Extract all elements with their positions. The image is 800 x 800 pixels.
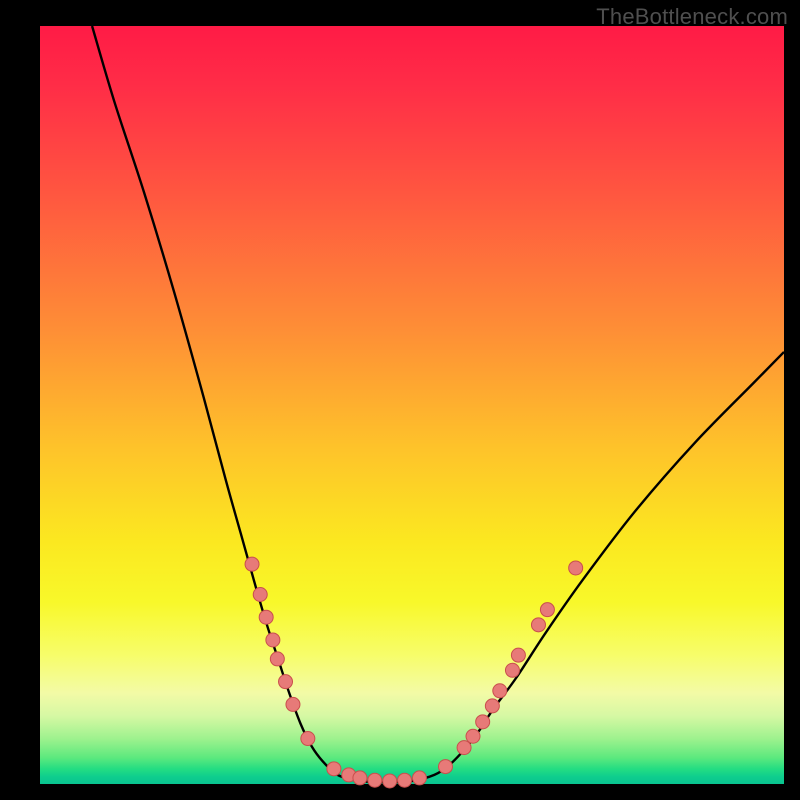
curve-marker xyxy=(569,561,583,575)
curve-marker xyxy=(540,603,554,617)
curve-marker xyxy=(485,699,499,713)
chart-frame: TheBottleneck.com xyxy=(0,0,800,800)
curve-marker xyxy=(412,771,426,785)
curve-marker xyxy=(270,652,284,666)
curve-marker xyxy=(493,684,507,698)
curve-marker xyxy=(383,774,397,788)
curve-marker xyxy=(245,557,259,571)
plot-area xyxy=(40,26,784,784)
curve-marker xyxy=(368,773,382,787)
curve-marker xyxy=(438,760,452,774)
curve-marker xyxy=(398,773,412,787)
curve-marker xyxy=(327,762,341,776)
curve-marker xyxy=(531,618,545,632)
curve-marker xyxy=(266,633,280,647)
curve-svg xyxy=(40,26,784,784)
curve-marker xyxy=(476,715,490,729)
curve-marker xyxy=(259,610,273,624)
curve-marker xyxy=(353,771,367,785)
watermark-text: TheBottleneck.com xyxy=(596,4,788,30)
curve-marker xyxy=(286,697,300,711)
curve-marker xyxy=(301,732,315,746)
curve-marker xyxy=(466,729,480,743)
curve-marker xyxy=(279,675,293,689)
curve-marker xyxy=(511,648,525,662)
bottleneck-curve xyxy=(92,26,784,782)
curve-marker xyxy=(253,588,267,602)
curve-markers xyxy=(245,557,583,788)
curve-marker xyxy=(505,663,519,677)
curve-marker xyxy=(457,741,471,755)
